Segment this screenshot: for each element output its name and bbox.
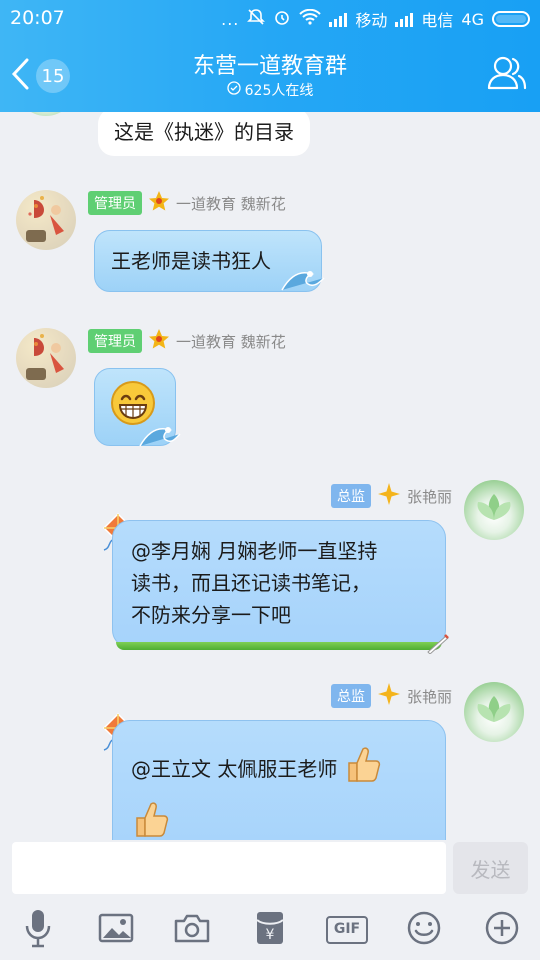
status-bar: 20:07 ... 移动 电信 4G: [0, 0, 540, 36]
plus-circle-icon: [484, 910, 520, 950]
message-input[interactable]: [12, 842, 446, 894]
gif-label: GIF: [333, 921, 361, 937]
check-circle-icon: [226, 81, 241, 99]
sender-meta: 总监 张艳丽: [330, 682, 452, 710]
carrier-1: 移动: [355, 11, 388, 30]
director-badge: 总监: [330, 484, 371, 508]
alarm-icon: [273, 8, 291, 30]
camera-button[interactable]: [170, 906, 214, 954]
star-icon: [148, 190, 170, 216]
message-line: 不防来分享一下吧: [131, 603, 291, 627]
avatar[interactable]: [464, 480, 524, 540]
status-icons: ... 移动 电信 4G: [221, 7, 530, 31]
sender-name[interactable]: 一道教育 魏新花: [176, 193, 286, 214]
gif-icon: GIF: [326, 916, 368, 944]
avatar[interactable]: [16, 190, 76, 250]
avatar[interactable]: [16, 112, 76, 116]
group-members-button[interactable]: [486, 52, 528, 94]
sender-meta: 总监 张艳丽: [330, 482, 452, 510]
chat-area[interactable]: 这是《执迷》的目录 管理员 一道教育 魏新花 王老师是读书狂人 管理员 一道教育…: [0, 112, 540, 840]
sender-name[interactable]: 张艳丽: [407, 486, 452, 507]
smiley-icon: [406, 910, 442, 950]
more-dots: ...: [221, 9, 240, 29]
star-icon: [148, 328, 170, 354]
sparkle-icon: [377, 482, 401, 510]
more-button[interactable]: [480, 906, 524, 954]
admin-badge: 管理员: [88, 191, 142, 215]
wave-decoration: [281, 271, 325, 291]
camera-icon: [174, 913, 210, 947]
sender-meta: 管理员 一道教育 魏新花: [88, 328, 286, 354]
sender-name[interactable]: 张艳丽: [407, 686, 452, 707]
message-line: @王立文 太佩服王老师: [131, 743, 427, 794]
admin-badge: 管理员: [88, 329, 142, 353]
send-button[interactable]: 发送: [453, 842, 528, 894]
signal-icon: [329, 11, 348, 27]
wifi-icon: [299, 8, 322, 29]
voice-button[interactable]: [16, 906, 60, 954]
gif-button[interactable]: GIF: [324, 906, 370, 954]
network-type: 4G: [461, 9, 484, 29]
online-status: 625人在线: [0, 80, 540, 100]
battery-icon: [492, 11, 530, 27]
thumbs-up-icon: [343, 743, 383, 794]
message-line: 读书，而且还记读书笔记，: [131, 571, 371, 595]
sender-meta: 管理员 一道教育 魏新花: [88, 190, 286, 216]
image-button[interactable]: [94, 906, 138, 954]
sender-name[interactable]: 一道教育 魏新花: [176, 331, 286, 352]
status-time: 20:07: [10, 7, 65, 29]
message-bubble[interactable]: 这是《执迷》的目录: [98, 112, 310, 156]
message-bubble[interactable]: @王立文 太佩服王老师: [112, 720, 446, 840]
pencil-decoration: [427, 634, 449, 654]
emoji-button[interactable]: [402, 906, 446, 954]
image-icon: [98, 913, 134, 947]
svg-text:¥: ¥: [266, 927, 275, 943]
grass-decoration: [116, 642, 442, 650]
page-title[interactable]: 东营一道教育群: [0, 48, 540, 80]
carrier-2: 电信: [421, 11, 454, 30]
wave-decoration: [139, 427, 181, 447]
red-packet-icon: ¥: [255, 910, 285, 950]
users-icon: [486, 56, 528, 98]
mute-bell-icon: [247, 8, 266, 30]
message-bubble[interactable]: @李月娴 月娴老师一直坚持 读书，而且还记读书笔记， 不防来分享一下吧: [112, 520, 446, 648]
microphone-icon: [23, 908, 53, 952]
avatar[interactable]: [16, 328, 76, 388]
avatar[interactable]: [464, 682, 524, 742]
message-line: [131, 798, 427, 840]
thumbs-up-icon: [131, 802, 171, 840]
signal-icon-2: [395, 11, 414, 27]
message-line: @李月娴 月娴老师一直坚持: [131, 539, 378, 563]
header: 20:07 ... 移动 电信 4G 15 东营一道教育群 625人在线: [0, 0, 540, 112]
online-count: 625人在线: [244, 83, 314, 99]
director-badge: 总监: [330, 684, 371, 708]
message-text: @王立文 太佩服王老师: [131, 756, 338, 781]
sparkle-icon: [377, 682, 401, 710]
red-packet-button[interactable]: ¥: [248, 906, 292, 954]
